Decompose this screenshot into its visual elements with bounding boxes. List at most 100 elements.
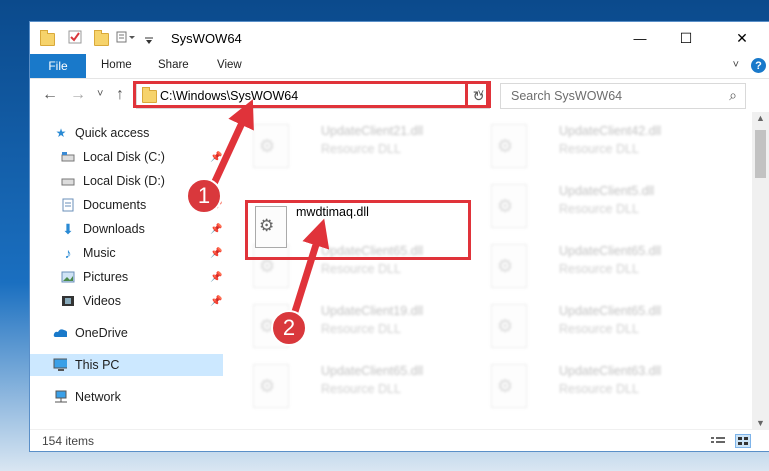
documents-icon — [61, 198, 75, 212]
sidebar-item-label: OneDrive — [75, 326, 128, 340]
maximize-button[interactable]: ☐ — [663, 22, 709, 54]
gear-icon: ⚙ — [497, 136, 514, 156]
ribbon-tabs: File Home Share View ˅ ? — [30, 54, 769, 79]
sidebar-item-label: Local Disk (D:) — [83, 174, 165, 188]
sidebar-item-downloads[interactable]: ⬇ Downloads 📌 — [30, 218, 223, 240]
file-list: ⚙ UpdateClient21.dll Resource DLL ⚙ Upda… — [223, 112, 742, 429]
address-row: ← → ˅ ↑ C:\Windows\SysWOW64 ˅ ↻ Search S… — [30, 78, 769, 112]
sidebar-item-label: This PC — [75, 358, 120, 372]
file-name: UpdateClient19.dll — [321, 304, 424, 318]
expand-ribbon-button[interactable]: ˅ — [733, 59, 739, 71]
close-button[interactable]: ✕ — [719, 22, 765, 54]
file-tile[interactable]: ⚙ UpdateClient65.dll Resource DLL — [483, 240, 713, 292]
file-name: UpdateClient65.dll — [321, 364, 424, 378]
pin-icon: 📌 — [210, 223, 223, 235]
forward-button[interactable]: → — [70, 86, 86, 104]
up-button[interactable]: ↑ — [116, 86, 124, 104]
help-button[interactable]: ? — [751, 58, 766, 73]
vertical-scrollbar[interactable]: ▲ ▼ — [752, 112, 769, 429]
file-type: Resource DLL — [559, 202, 639, 216]
scroll-down-arrow-icon[interactable]: ▼ — [756, 418, 765, 428]
file-type: Resource DLL — [321, 262, 401, 276]
sidebar-item-network[interactable]: Network — [30, 386, 223, 408]
videos-icon — [61, 294, 75, 308]
file-name: UpdateClient63.dll — [559, 364, 662, 378]
sidebar-item-label: Music — [83, 246, 116, 260]
file-tile[interactable]: ⚙ UpdateClient42.dll Resource DLL — [483, 120, 713, 172]
computer-icon — [53, 358, 67, 372]
file-type: Resource DLL — [559, 262, 639, 276]
search-icon: ⌕ — [729, 87, 737, 103]
file-type: Resource DLL — [559, 142, 639, 156]
file-tile[interactable]: ⚙ UpdateClient63.dll Resource DLL — [483, 360, 713, 412]
window-title: SysWOW64 — [171, 31, 242, 46]
tab-view[interactable]: View — [217, 59, 242, 71]
sidebar-item-local-disk-c[interactable]: Local Disk (C:) 📌 — [30, 146, 223, 168]
recent-locations-button[interactable]: ˅ — [97, 88, 103, 100]
file-tile[interactable]: ⚙ UpdateClient21.dll Resource DLL — [245, 120, 475, 172]
back-button[interactable]: ← — [42, 86, 58, 104]
file-type: Resource DLL — [321, 382, 401, 396]
sidebar-item-label: Documents — [83, 198, 147, 212]
file-name: UpdateClient21.dll — [321, 124, 424, 138]
music-note-icon: ♪ — [64, 245, 72, 261]
tiles-view-icon[interactable] — [735, 434, 751, 448]
tab-home[interactable]: Home — [101, 59, 132, 71]
search-input[interactable]: Search SysWOW64 ⌕ — [500, 83, 746, 109]
gear-icon: ⚙ — [497, 316, 514, 336]
file-name: UpdateClient42.dll — [559, 124, 662, 138]
pin-icon: 📌 — [210, 295, 223, 307]
gear-icon: ⚙ — [497, 376, 514, 396]
download-arrow-icon: ⬇ — [62, 220, 74, 237]
scroll-up-arrow-icon[interactable]: ▲ — [756, 113, 765, 123]
navigation-pane: ★ Quick access Local Disk (C:) 📌 Local D… — [30, 112, 223, 429]
minimize-button[interactable]: — — [617, 22, 663, 54]
item-count: 154 items — [42, 434, 95, 448]
properties-icon[interactable] — [68, 30, 82, 44]
sidebar-item-quick-access[interactable]: ★ Quick access — [30, 122, 223, 144]
sidebar-item-music[interactable]: ♪ Music 📌 — [30, 242, 223, 264]
file-type: Resource DLL — [559, 382, 639, 396]
file-tile[interactable]: ⚙ UpdateClient65.dll Resource DLL — [483, 300, 713, 352]
file-name: UpdateClient5.dll — [559, 184, 655, 198]
scrollbar-thumb[interactable] — [755, 130, 766, 178]
sidebar-item-this-pc[interactable]: This PC — [30, 354, 223, 376]
file-tile[interactable]: ⚙ UpdateClient5.dll Resource DLL — [483, 180, 713, 232]
gear-icon: ⚙ — [259, 136, 276, 156]
title-bar: SysWOW64 — ☐ ✕ — [30, 22, 769, 54]
cloud-icon — [53, 326, 67, 340]
pin-icon: 📌 — [210, 151, 223, 163]
gear-icon: ⚙ — [497, 256, 514, 276]
sidebar-item-pictures[interactable]: Pictures 📌 — [30, 266, 223, 288]
address-highlight-box — [133, 81, 489, 108]
explorer-window: SysWOW64 — ☐ ✕ File Home Share View ˅ ? … — [30, 22, 769, 451]
sidebar-item-label: Network — [75, 390, 121, 404]
file-type: Resource DLL — [321, 142, 401, 156]
sidebar-item-label: Local Disk (C:) — [83, 150, 165, 164]
sidebar-item-label: Videos — [83, 294, 121, 308]
refresh-highlight-box — [465, 81, 491, 108]
new-folder-icon[interactable] — [94, 30, 109, 46]
quick-access-dropdown-icon[interactable] — [144, 34, 158, 48]
sidebar-item-onedrive[interactable]: OneDrive — [30, 322, 223, 344]
details-view-icon[interactable] — [710, 434, 726, 448]
step-badge-1: 1 — [186, 178, 222, 214]
file-type: Resource DLL — [321, 322, 401, 336]
status-bar: 154 items — [30, 429, 769, 452]
search-placeholder: Search SysWOW64 — [511, 89, 623, 103]
file-highlight-box — [245, 200, 471, 260]
tab-share[interactable]: Share — [158, 59, 189, 71]
drive-icon — [61, 174, 75, 188]
star-icon: ★ — [55, 126, 67, 140]
file-name: UpdateClient65.dll — [559, 304, 662, 318]
tab-file[interactable]: File — [30, 54, 86, 78]
sidebar-item-videos[interactable]: Videos 📌 — [30, 290, 223, 312]
customize-toolbar-icon[interactable] — [116, 30, 140, 44]
file-type: Resource DLL — [559, 322, 639, 336]
file-name: UpdateClient65.dll — [559, 244, 662, 258]
network-icon — [53, 390, 67, 404]
sidebar-item-label: Downloads — [83, 222, 145, 236]
pin-icon: 📌 — [210, 247, 223, 259]
file-tile[interactable]: ⚙ UpdateClient65.dll Resource DLL — [245, 360, 475, 412]
pin-icon: 📌 — [210, 271, 223, 283]
